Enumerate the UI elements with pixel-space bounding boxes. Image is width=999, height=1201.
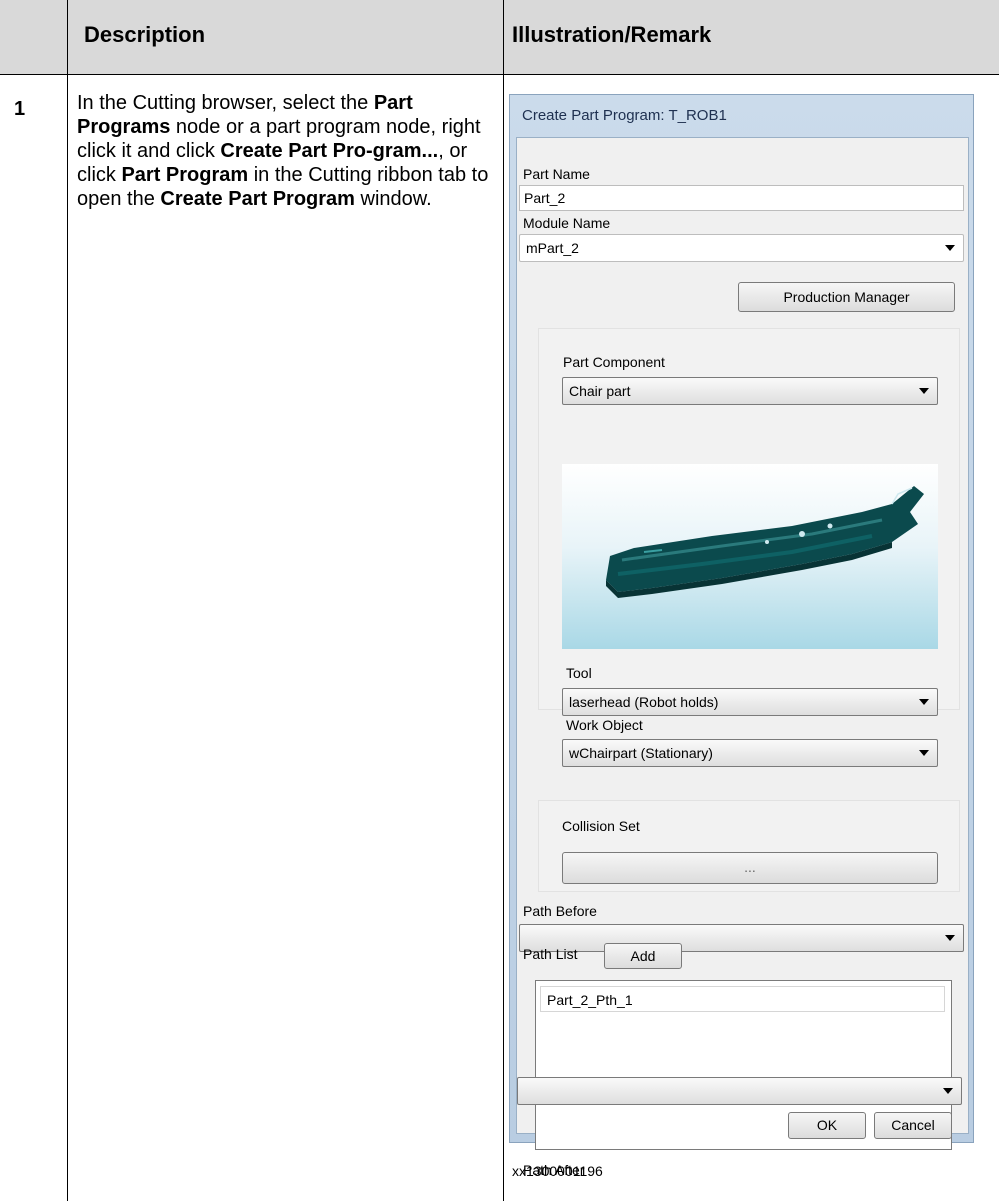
column-divider	[67, 0, 68, 1201]
ok-button[interactable]: OK	[788, 1112, 866, 1139]
create-part-program-dialog: Create Part Program: T_ROB1 Part Name Pa…	[509, 94, 974, 1178]
tool-label: Tool	[566, 665, 592, 681]
description-text: window.	[354, 188, 432, 210]
part-preview-image	[562, 464, 938, 649]
path-before-label: Path Before	[523, 903, 597, 919]
collision-set-label: Collision Set	[562, 818, 640, 834]
chevron-down-icon	[919, 699, 929, 705]
part-name-input[interactable]: Part_2	[519, 185, 964, 211]
collision-set-button[interactable]: ...	[562, 852, 938, 884]
chevron-down-icon	[943, 1088, 953, 1094]
chevron-down-icon	[919, 750, 929, 756]
work-object-value: wChairpart (Stationary)	[569, 745, 713, 761]
step-description: In the Cutting browser, select the Part …	[77, 91, 497, 211]
path-after-label: Path After	[523, 1162, 585, 1178]
production-manager-button[interactable]: Production Manager	[738, 282, 955, 312]
header-illustration: Illustration/Remark	[512, 22, 712, 47]
work-object-combo[interactable]: wChairpart (Stationary)	[562, 739, 938, 767]
chevron-down-icon	[945, 935, 955, 941]
part-component-label: Part Component	[563, 354, 665, 370]
part-component-combo[interactable]: Chair part	[562, 377, 938, 405]
add-path-button[interactable]: Add	[604, 943, 682, 969]
chevron-down-icon	[945, 245, 955, 251]
part-component-value: Chair part	[569, 383, 631, 399]
dialog-title: Create Part Program: T_ROB1	[522, 107, 727, 124]
tool-combo[interactable]: laserhead (Robot holds)	[562, 688, 938, 716]
module-name-value: mPart_2	[526, 240, 579, 256]
path-before-combo[interactable]	[519, 924, 964, 952]
description-text: In the Cutting browser, select the	[77, 92, 374, 114]
dialog-body: Part Name Part_2 Module Name mPart_2 Pro…	[516, 137, 969, 1178]
list-item[interactable]: Part_2_Pth_1	[540, 986, 945, 1012]
path-list-label: Path List	[523, 946, 578, 962]
chair-part-model	[606, 486, 924, 598]
module-name-combo[interactable]: mPart_2	[519, 234, 964, 262]
part-name-label: Part Name	[523, 166, 590, 182]
description-bold: Create Part Pro-gram...	[220, 140, 439, 162]
chevron-down-icon	[919, 388, 929, 394]
work-object-label: Work Object	[566, 717, 643, 733]
step-number: 1	[14, 98, 26, 120]
header-description: Description	[84, 22, 206, 47]
cancel-button[interactable]: Cancel	[874, 1112, 952, 1139]
module-name-label: Module Name	[523, 215, 611, 231]
description-bold: Part Program	[121, 164, 249, 186]
tool-value: laserhead (Robot holds)	[569, 694, 719, 710]
column-divider	[503, 0, 504, 1201]
description-bold: Create Part Program	[160, 188, 355, 210]
path-after-combo[interactable]	[517, 1077, 962, 1105]
